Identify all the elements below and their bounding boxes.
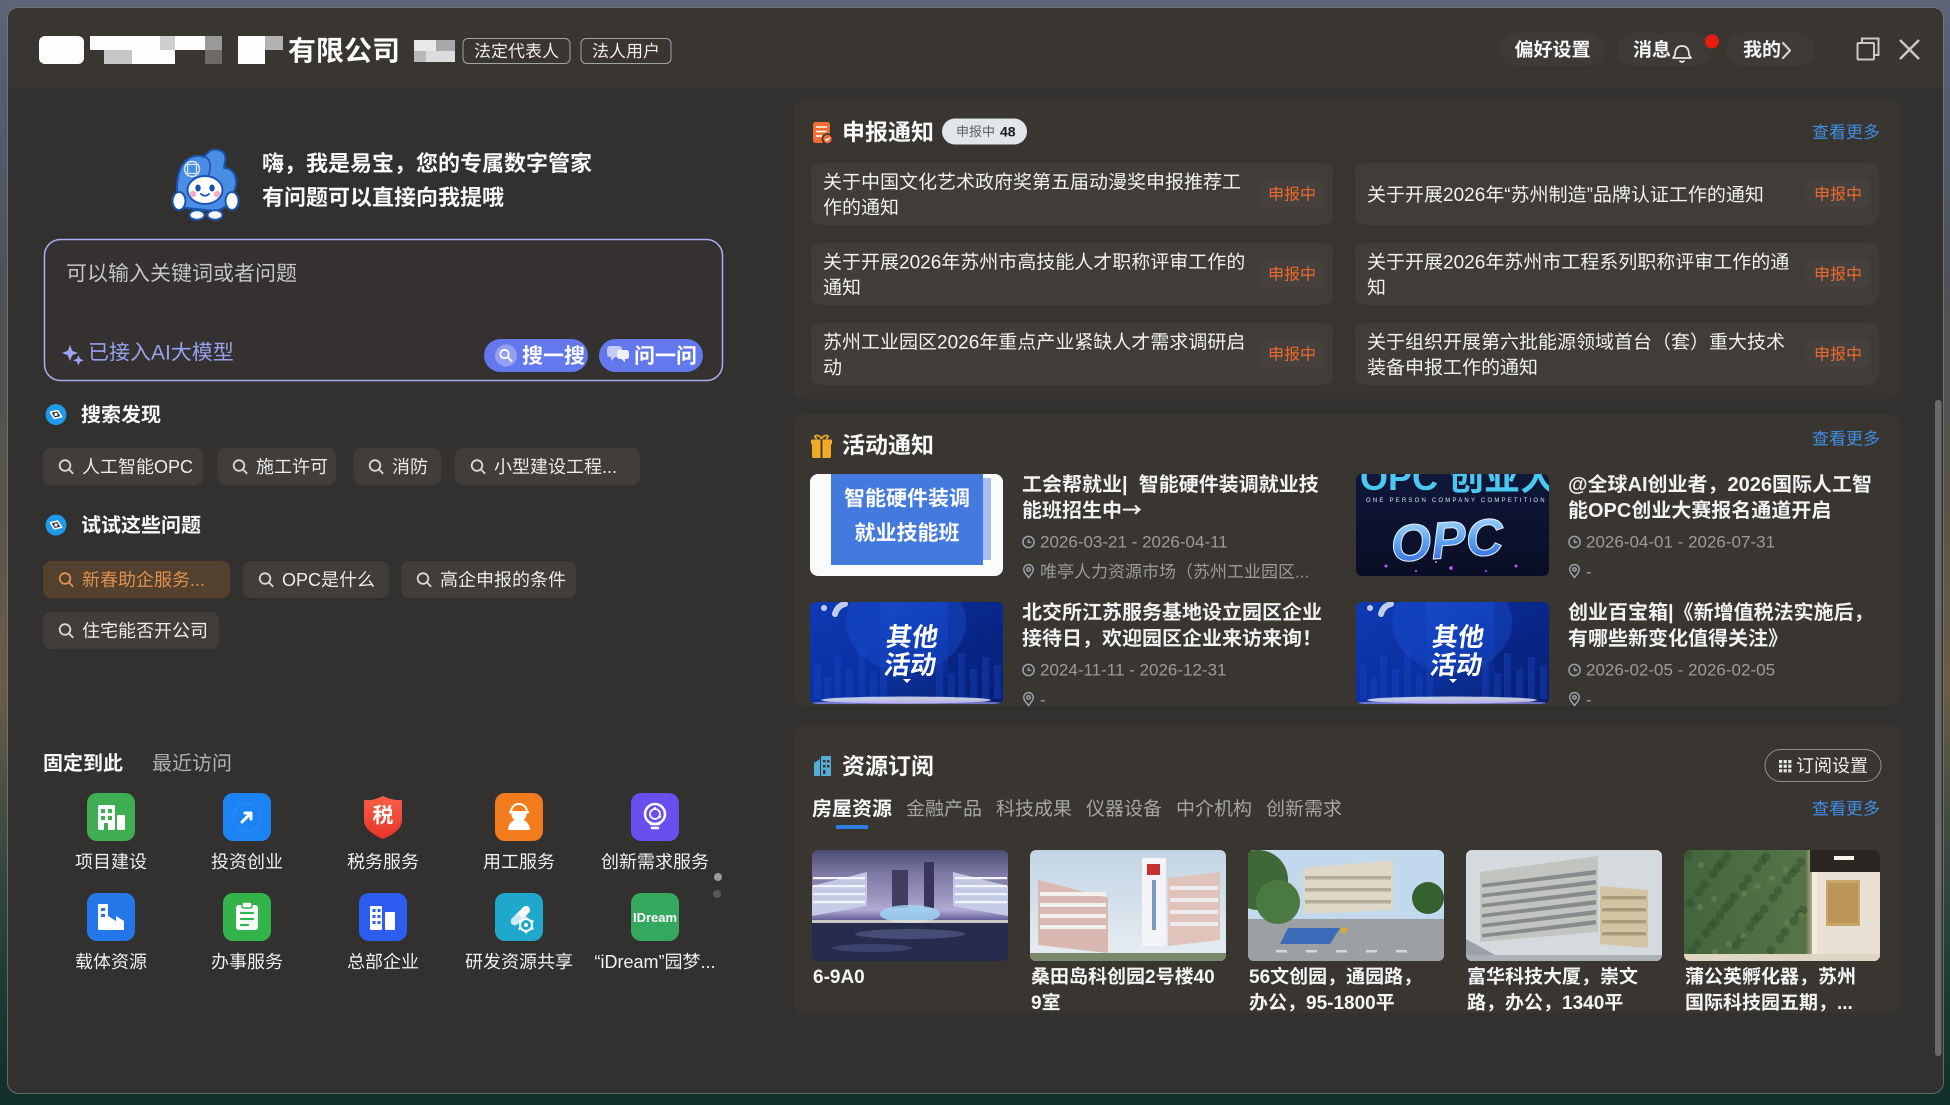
svg-text:6-9A0: 6-9A0 xyxy=(813,967,865,988)
svg-text:2026: 2026 xyxy=(937,333,979,354)
svg-text:|: | xyxy=(1122,474,1128,496)
svg-text:2026: 2026 xyxy=(899,253,941,274)
svg-text:2026: 2026 xyxy=(1443,253,1485,274)
svg-text:AI: AI xyxy=(151,342,171,365)
svg-text:”: ” xyxy=(1587,185,1593,206)
svg-text:AI: AI xyxy=(1628,474,1648,496)
svg-text:-: - xyxy=(1040,691,1046,710)
svg-text:...: ... xyxy=(1295,563,1309,582)
svg-text:...: ... xyxy=(602,457,617,477)
svg-text:...: ... xyxy=(190,570,205,590)
svg-text:|: | xyxy=(1668,602,1674,624)
svg-text:2026-02-05 - 2026-02-05: 2026-02-05 - 2026-02-05 xyxy=(1586,661,1775,680)
svg-text:-: - xyxy=(1586,691,1592,710)
svg-text:IDream: IDream xyxy=(633,910,677,925)
svg-text:1340: 1340 xyxy=(1562,993,1604,1014)
svg-text:2026: 2026 xyxy=(1443,185,1485,206)
svg-text:...: ... xyxy=(1837,993,1853,1014)
svg-text:2024-11-11 - 2026-12-31: 2024-11-11 - 2026-12-31 xyxy=(1040,661,1227,680)
svg-text:95-1800: 95-1800 xyxy=(1306,993,1376,1014)
svg-text:OPC: OPC xyxy=(282,570,321,590)
svg-text:2: 2 xyxy=(1145,967,1156,988)
svg-text:OPC: OPC xyxy=(154,457,193,477)
svg-text:ONE PERSON COMPANY COMPETITION: ONE PERSON COMPANY COMPETITION xyxy=(1366,498,1547,504)
svg-text:40: 40 xyxy=(1194,967,1215,988)
svg-text:“iDream”: “iDream” xyxy=(595,952,665,972)
svg-text:-: - xyxy=(1586,563,1592,582)
svg-text:9: 9 xyxy=(1031,993,1042,1014)
svg-text:OPC: OPC xyxy=(1588,500,1631,522)
svg-text:48: 48 xyxy=(1000,124,1016,140)
svg-text:...: ... xyxy=(701,952,716,972)
svg-text:56: 56 xyxy=(1249,967,1270,988)
svg-text:2026-04-01 - 2026-07-31: 2026-04-01 - 2026-07-31 xyxy=(1586,533,1775,552)
svg-text:2026: 2026 xyxy=(1728,474,1773,496)
svg-text:2026-03-21 - 2026-04-11: 2026-03-21 - 2026-04-11 xyxy=(1040,533,1228,552)
svg-text:“: “ xyxy=(1504,185,1510,206)
svg-text:@: @ xyxy=(1568,474,1588,496)
svg-text:OPC: OPC xyxy=(1389,508,1507,574)
